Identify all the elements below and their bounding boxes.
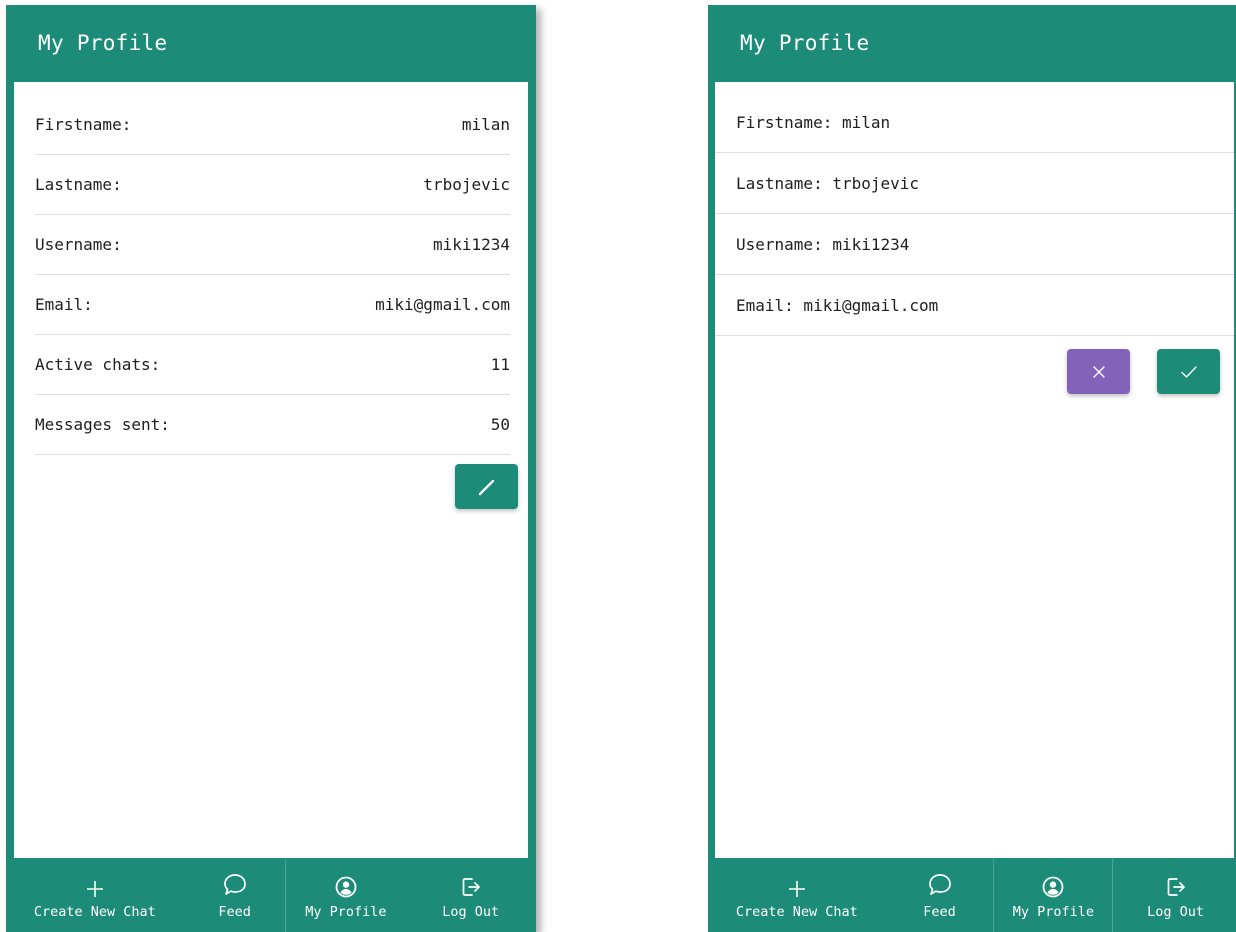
email-label: Email:	[35, 294, 93, 314]
username-value: miki1234	[432, 234, 510, 254]
active-chats-row: Active chats: 11	[35, 334, 510, 395]
close-icon	[1092, 365, 1105, 378]
nav-create-new-chat[interactable]: Create New Chat	[708, 858, 886, 932]
lastname-field[interactable]: Lastname: trbojevic	[715, 153, 1234, 214]
messages-sent-label: Messages sent:	[35, 414, 170, 434]
cancel-button[interactable]	[1067, 349, 1130, 394]
logout-icon	[1165, 870, 1187, 898]
email-text: Email: miki@gmail.com	[736, 295, 939, 315]
email-field[interactable]: Email: miki@gmail.com	[715, 275, 1234, 336]
lastname-label: Lastname:	[35, 174, 122, 194]
bottom-navigation: Create New Chat Feed My Profile Log Out	[708, 858, 1236, 932]
firstname-row: Firstname: milan	[35, 94, 510, 155]
user-circle-icon	[1042, 870, 1064, 898]
profile-edit-screen: My Profile Firstname: milan Lastname: tr…	[708, 5, 1236, 932]
nav-feed[interactable]: Feed	[886, 858, 994, 932]
confirm-button[interactable]	[1157, 349, 1220, 394]
username-label: Username:	[35, 234, 122, 254]
email-value: miki@gmail.com	[375, 294, 510, 314]
bottom-navigation: Create New Chat Feed My Profile Log Out	[6, 858, 536, 932]
nav-label: Create New Chat	[735, 904, 858, 920]
lastname-text: Lastname: trbojevic	[736, 173, 920, 193]
firstname-text: Firstname: milan	[736, 112, 891, 132]
nav-log-out[interactable]: Log Out	[1112, 858, 1236, 932]
page-title: My Profile	[740, 31, 870, 55]
username-text: Username: miki1234	[736, 234, 910, 254]
nav-label: Feed	[923, 904, 956, 920]
nav-label: My Profile	[305, 904, 387, 920]
pencil-icon	[478, 479, 494, 495]
messages-sent-row: Messages sent: 50	[35, 394, 510, 455]
profile-edit-panel: Firstname: milan Lastname: trbojevic Use…	[715, 82, 1234, 858]
nav-label: Create New Chat	[33, 904, 156, 920]
lastname-value: trbojevic	[423, 174, 510, 194]
nav-label: Log Out	[1147, 904, 1205, 920]
plus-icon	[788, 870, 806, 898]
nav-label: Feed	[218, 904, 251, 920]
nav-feed[interactable]: Feed	[184, 858, 286, 932]
messages-sent-value: 50	[490, 414, 510, 434]
nav-label: My Profile	[1012, 904, 1094, 920]
user-circle-icon	[335, 870, 357, 898]
logout-icon	[460, 870, 482, 898]
page-title: My Profile	[38, 31, 168, 55]
plus-icon	[86, 870, 104, 898]
firstname-value: milan	[461, 114, 510, 134]
nav-my-profile[interactable]: My Profile	[993, 858, 1112, 932]
email-row: Email: miki@gmail.com	[35, 274, 510, 335]
profile-details-panel: Firstname: milan Lastname: trbojevic Use…	[14, 82, 528, 858]
lastname-row: Lastname: trbojevic	[35, 154, 510, 215]
nav-log-out[interactable]: Log Out	[405, 858, 536, 932]
chat-bubble-icon	[222, 870, 248, 898]
active-chats-value: 11	[490, 354, 510, 374]
profile-view-screen: My Profile Firstname: milan Lastname: tr…	[6, 5, 536, 932]
firstname-field[interactable]: Firstname: milan	[715, 92, 1234, 153]
edit-profile-button[interactable]	[455, 464, 518, 509]
nav-my-profile[interactable]: My Profile	[285, 858, 405, 932]
chat-bubble-icon	[927, 870, 953, 898]
username-field[interactable]: Username: miki1234	[715, 214, 1234, 275]
nav-create-new-chat[interactable]: Create New Chat	[6, 858, 184, 932]
nav-label: Log Out	[442, 904, 500, 920]
username-row: Username: miki1234	[35, 214, 510, 275]
check-icon	[1180, 365, 1197, 378]
active-chats-label: Active chats:	[35, 354, 161, 374]
firstname-label: Firstname:	[35, 114, 132, 134]
